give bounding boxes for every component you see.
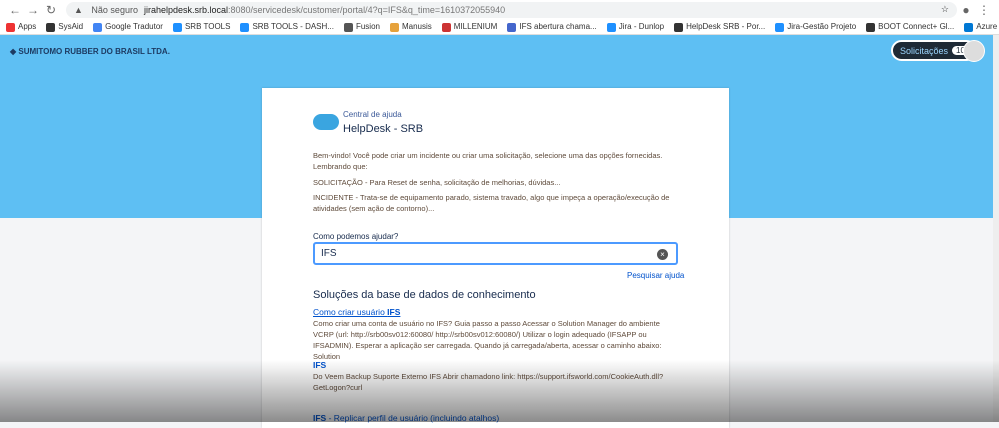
bookmark-label: SRB TOOLS - DASH...: [252, 22, 334, 32]
avatar[interactable]: [963, 40, 985, 62]
bookmark-icon: [507, 22, 517, 32]
bookmark-label: Fusion: [355, 22, 380, 32]
bookmark-item[interactable]: Manusis: [389, 22, 432, 32]
bookmark-icon: [46, 22, 56, 32]
bookmark-icon: [775, 22, 785, 32]
bookmark-icon: [6, 22, 15, 32]
bookmark-icon: [674, 22, 684, 32]
bookmark-item[interactable]: IFS abertura chama...: [507, 22, 597, 32]
url-path: :8080/servicedesk/customer/portal/4?q=IF…: [228, 4, 506, 15]
result-title-bold: IFS: [387, 307, 401, 317]
incidente-text: INCIDENTE - Trata-se de equipamento para…: [313, 193, 670, 213]
warning-icon: ▲: [74, 4, 86, 15]
bookmark-label: HelpDesk SRB - Por...: [686, 22, 766, 32]
bookmark-icon: [606, 22, 616, 32]
bookmark-item[interactable]: HelpDesk SRB - Por...: [674, 22, 766, 32]
bookmark-icon: [93, 22, 103, 32]
bookmark-item[interactable]: SRB TOOLS: [172, 22, 231, 32]
search-value: IFS: [321, 248, 337, 259]
bookmark-icon: [389, 22, 399, 32]
bookmark-item[interactable]: Apps: [6, 22, 37, 32]
address-bar[interactable]: ▲ Não seguro jirahelpdesk.srb.local:8080…: [66, 1, 957, 18]
bookmark-icon: [172, 22, 182, 32]
bookmark-label: IFS abertura chama...: [519, 22, 597, 32]
help-center-link[interactable]: Central de ajuda: [343, 110, 402, 119]
portal-title: HelpDesk - SRB: [343, 123, 424, 135]
security-label: Não seguro: [91, 4, 138, 15]
search-input[interactable]: IFS ×: [313, 242, 678, 265]
bookmark-item[interactable]: Google Tradutor: [93, 22, 163, 32]
menu-icon[interactable]: ⋮: [975, 3, 993, 17]
bookmark-item[interactable]: BOOT Connect+ Gl...: [866, 22, 955, 32]
bookmark-item[interactable]: SRB TOOLS - DASH...: [240, 22, 334, 32]
result-title: Como criar usuário: [313, 307, 388, 317]
bookmark-item[interactable]: Azure: [964, 22, 998, 32]
bookmark-item[interactable]: MILLENIUM: [441, 22, 498, 32]
bookmark-label: Apps: [18, 22, 37, 32]
browser-chrome: ← → ↻ ▲ Não seguro jirahelpdesk.srb.loca…: [0, 0, 999, 35]
bookmark-label: MILLENIUM: [453, 22, 498, 32]
search-help-link[interactable]: Pesquisar ajuda: [627, 271, 684, 280]
brand-name: SUMITOMO RUBBER DO BRASIL LTDA.: [18, 47, 170, 56]
bookmark-label: Google Tradutor: [105, 22, 163, 32]
reload-icon[interactable]: ↻: [42, 3, 60, 17]
search-label: Como podemos ajudar?: [313, 232, 399, 241]
url-domain: jirahelpdesk.srb.local: [143, 4, 228, 15]
bookmark-label: Azure: [976, 22, 998, 32]
bookmark-icon: [240, 22, 250, 32]
bookmark-item[interactable]: Jira - Dunlop: [606, 22, 665, 32]
back-icon[interactable]: ←: [6, 3, 24, 17]
kb-result-link[interactable]: Como criar usuário IFS: [313, 307, 400, 317]
bookmark-label: SRB TOOLS: [184, 22, 231, 32]
solicitacao-text: SOLICITAÇÃO - Para Reset de senha, solic…: [313, 178, 561, 187]
bookmarks-bar: Apps SysAid Google Tradutor SRB TOOLS SRB TO…: [0, 19, 999, 35]
kb-heading: Soluções da base de dados de conheciment…: [313, 289, 536, 301]
clear-icon[interactable]: ×: [657, 249, 668, 260]
bookmark-item[interactable]: Fusion: [343, 22, 380, 32]
profile-icon[interactable]: ●: [957, 3, 975, 17]
overlay-shade: [0, 360, 999, 422]
bookmark-item[interactable]: SysAid: [46, 22, 84, 32]
requests-label: Solicitações: [900, 45, 949, 56]
bookmark-label: SysAid: [58, 22, 84, 32]
cloud-logo-icon: [313, 114, 339, 130]
bookmark-label: BOOT Connect+ Gl...: [878, 22, 955, 32]
bookmark-item[interactable]: Jira-Gestão Projeto: [775, 22, 857, 32]
bookmark-icon: [964, 22, 974, 32]
bookmark-label: Jira-Gestão Projeto: [787, 22, 857, 32]
intro-text: Bem-vindo! Você pode criar um incidente …: [313, 151, 663, 171]
bookmark-icon: [866, 22, 876, 32]
star-icon[interactable]: ☆: [941, 4, 949, 15]
brand-logo[interactable]: ◆ SUMITOMO RUBBER DO BRASIL LTDA.: [10, 47, 170, 56]
forward-icon[interactable]: →: [24, 3, 42, 17]
bookmark-icon: [441, 22, 451, 32]
bookmark-icon: [343, 22, 353, 32]
bookmark-label: Manusis: [401, 22, 432, 32]
bookmark-label: Jira - Dunlop: [618, 22, 665, 32]
result-description: Como criar uma conta de usuário no IFS? …: [313, 319, 662, 361]
